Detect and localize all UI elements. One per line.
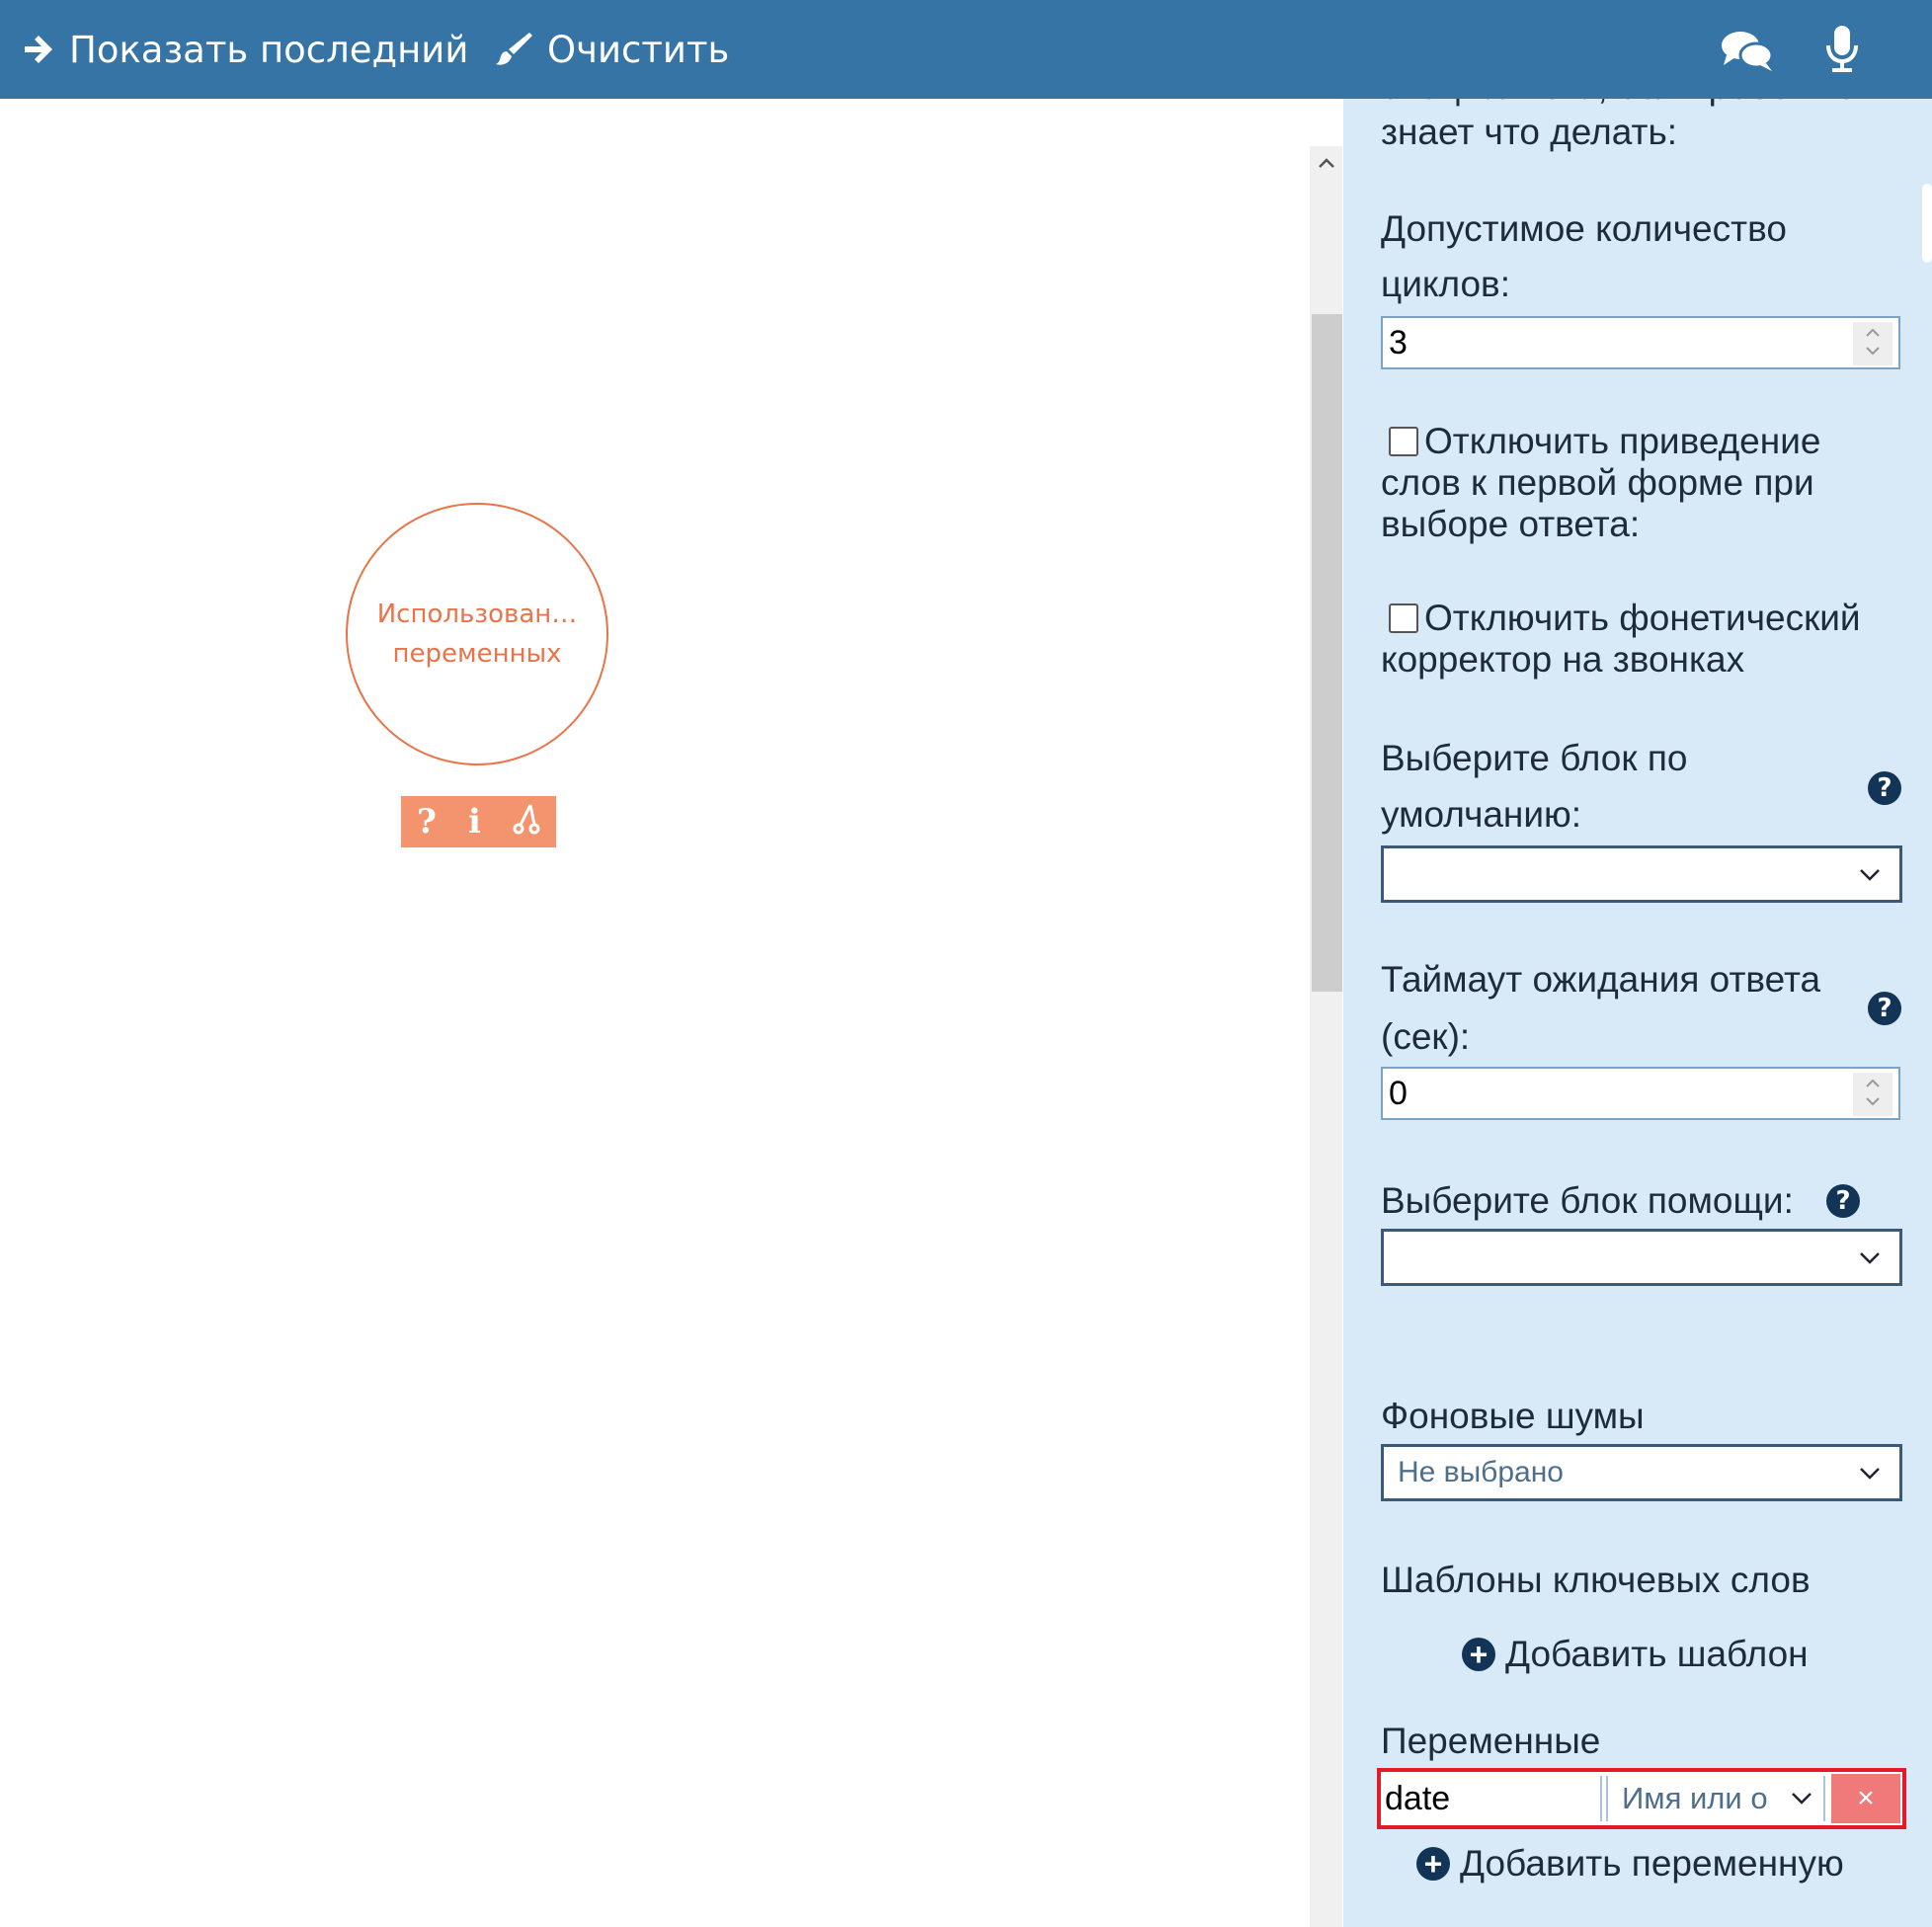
- add-template-button[interactable]: + Добавить шаблон: [1462, 1634, 1809, 1675]
- disable-lemma-option: Отключить приведение слов к первой форме…: [1381, 421, 1904, 545]
- plus-circle-icon: +: [1416, 1847, 1450, 1881]
- node-question-icon[interactable]: ?: [417, 802, 437, 842]
- disable-phonetic-checkbox[interactable]: [1389, 603, 1418, 633]
- variable-row: date Имя или о ×: [1377, 1768, 1906, 1829]
- cycles-label-2: циклов:: [1381, 264, 1510, 304]
- default-block-select[interactable]: [1381, 845, 1902, 903]
- node-toolbar: ? i: [401, 796, 556, 847]
- node-label-line2: переменных: [392, 639, 562, 669]
- default-block-help-icon[interactable]: ?: [1868, 771, 1901, 805]
- chevron-down-icon: [1860, 869, 1880, 881]
- disable-phonetic-label-1: Отключить фонетический: [1424, 598, 1861, 638]
- add-variable-button[interactable]: + Добавить переменную: [1416, 1843, 1844, 1885]
- chevron-down-icon: [1860, 1252, 1880, 1264]
- disable-phonetic-label-2: корректор на звонках: [1381, 639, 1745, 680]
- variable-name-input[interactable]: date: [1385, 1776, 1602, 1821]
- arrow-right-icon: [25, 36, 52, 63]
- show-last-label: Показать последний: [69, 28, 469, 71]
- timeout-label-1: Таймаут ожидания ответа: [1381, 959, 1821, 1000]
- cut-text-line2: знает что делать:: [1381, 112, 1678, 152]
- plus-circle-icon: +: [1462, 1638, 1495, 1671]
- timeout-input[interactable]: 0: [1381, 1067, 1900, 1120]
- default-block-label-2: умолчанию:: [1381, 794, 1582, 835]
- help-block-select[interactable]: [1381, 1229, 1902, 1286]
- add-variable-label: Добавить переменную: [1460, 1843, 1844, 1884]
- brush-icon: [496, 33, 532, 65]
- microphone-icon[interactable]: [1825, 24, 1859, 79]
- clear-button[interactable]: Очистить: [494, 0, 729, 99]
- variables-label: Переменные: [1381, 1721, 1601, 1761]
- cycles-label-1: Допустимое количество: [1381, 208, 1787, 249]
- default-block-label-1: Выберите блок по: [1381, 738, 1688, 778]
- timeout-help-icon[interactable]: ?: [1868, 992, 1901, 1025]
- noise-label: Фоновые шумы: [1381, 1396, 1645, 1436]
- disable-lemma-label-1: Отключить приведение: [1424, 421, 1821, 461]
- top-toolbar: Показать последний Очистить: [0, 0, 1932, 99]
- chevron-down-icon: [1792, 1793, 1811, 1805]
- canvas-scrollbar[interactable]: [1310, 146, 1342, 1927]
- node-info-icon[interactable]: i: [468, 802, 481, 842]
- show-last-button[interactable]: Показать последний: [22, 0, 468, 99]
- disable-lemma-label-2: слов к первой форме при: [1381, 462, 1814, 503]
- delete-variable-button[interactable]: ×: [1831, 1774, 1900, 1823]
- noise-value: Не выбрано: [1398, 1456, 1564, 1488]
- disable-lemma-checkbox[interactable]: [1389, 427, 1418, 456]
- settings-panel: специалиста, если робот не знает что дел…: [1343, 99, 1932, 1927]
- variable-select-placeholder: Имя или о: [1622, 1781, 1768, 1815]
- keyword-templates-label: Шаблоны ключевых слов: [1381, 1560, 1811, 1600]
- timeout-label-2: (сек):: [1381, 1016, 1471, 1057]
- canvas-scroll-thumb[interactable]: [1312, 314, 1342, 992]
- chevron-down-icon: [1860, 1468, 1880, 1480]
- add-template-label: Добавить шаблон: [1505, 1634, 1809, 1674]
- help-block-help-icon[interactable]: ?: [1826, 1184, 1860, 1218]
- timeout-value: 0: [1389, 1075, 1408, 1112]
- flow-node[interactable]: Использован… переменных: [346, 503, 608, 765]
- cycles-value: 3: [1389, 324, 1408, 361]
- disable-phonetic-option: Отключить фонетический корректор на звон…: [1381, 598, 1904, 681]
- cycles-input[interactable]: 3: [1381, 316, 1900, 369]
- noise-select[interactable]: Не выбрано: [1381, 1444, 1902, 1501]
- cycles-spinner[interactable]: [1853, 322, 1892, 365]
- clear-label: Очистить: [547, 28, 730, 71]
- variable-value-select[interactable]: Имя или о: [1606, 1776, 1825, 1821]
- timeout-spinner[interactable]: [1853, 1073, 1892, 1116]
- node-branch-icon[interactable]: [513, 801, 540, 843]
- comments-icon[interactable]: [1721, 30, 1774, 77]
- panel-scroll-thumb[interactable]: [1922, 184, 1932, 263]
- scroll-up-icon[interactable]: [1310, 150, 1342, 180]
- disable-lemma-label-3: выборе ответа:: [1381, 504, 1641, 544]
- help-block-label: Выберите блок помощи:: [1381, 1180, 1794, 1221]
- flow-canvas[interactable]: [0, 99, 1343, 1927]
- node-label-line1: Использован…: [376, 600, 578, 629]
